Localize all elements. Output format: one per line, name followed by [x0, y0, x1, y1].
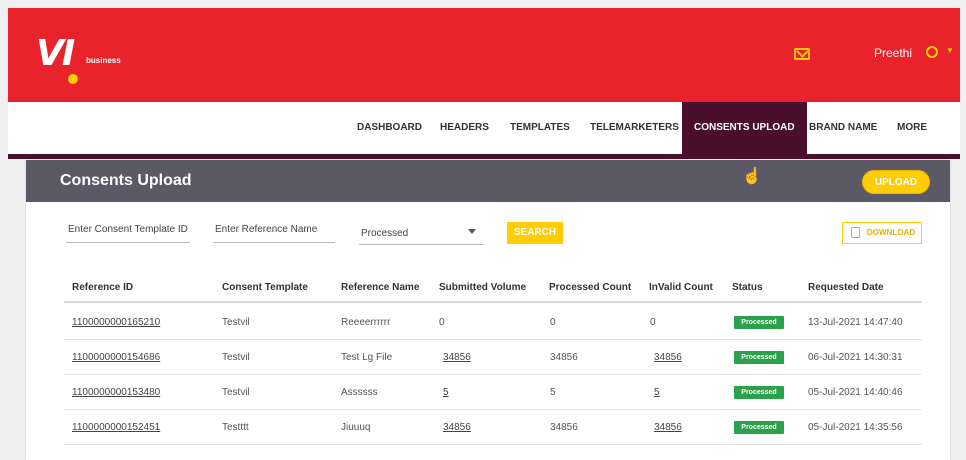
status-badge: Processed [734, 316, 784, 329]
template-id-underline [66, 242, 190, 243]
reference-id-link[interactable]: 1100000000165210 [72, 305, 160, 340]
page-title: Consents Upload [60, 172, 192, 189]
top-header-bar: VI business Preethi ▼ [8, 8, 960, 102]
column-consent-template[interactable]: Consent Template [222, 282, 308, 293]
chevron-down-icon[interactable] [468, 229, 476, 234]
reference-name-input[interactable]: Enter Reference Name [215, 224, 317, 235]
logo-dot [68, 74, 78, 84]
status-select[interactable]: Processed [361, 228, 408, 239]
logo-mark: VI [36, 33, 75, 74]
nav-brand-name[interactable]: BRAND NAME [809, 102, 877, 154]
consent-template-cell: Testvil [222, 352, 250, 363]
column-reference-id[interactable]: Reference ID [72, 282, 133, 293]
nav-consents-upload[interactable]: CONSENTS UPLOAD [682, 102, 807, 154]
requested-date-cell: 05-Jul-2021 14:40:46 [808, 387, 903, 398]
status-badge: Processed [734, 351, 784, 364]
invalid-count-cell: 0 [650, 317, 656, 328]
requested-date-cell: 06-Jul-2021 14:30:31 [808, 352, 903, 363]
requested-date-cell: 13-Jul-2021 14:47:40 [808, 317, 903, 328]
document-icon [851, 227, 860, 238]
upload-button[interactable]: UPLOAD [862, 170, 930, 194]
submitted-volume-link[interactable]: 5 [443, 375, 449, 410]
status-badge: Processed [734, 386, 784, 399]
reference-id-link[interactable]: 1100000000153480 [72, 375, 160, 410]
submitted-volume-cell: 0 [439, 317, 445, 328]
panel-header: Consents Upload UPLOAD [26, 160, 950, 202]
logo-subtitle: business [86, 56, 121, 65]
main-navigation: DASHBOARD HEADERS TEMPLATES TELEMARKETER… [8, 102, 960, 154]
reference-id-link[interactable]: 1100000000154686 [72, 340, 160, 375]
hand-pointer-cursor-icon: ☝ [742, 168, 762, 185]
column-reference-name[interactable]: Reference Name [341, 282, 419, 293]
column-invalid-count[interactable]: InValid Count [649, 282, 713, 293]
submitted-volume-link[interactable]: 34856 [443, 340, 471, 375]
reference-name-cell: Test Lg File [341, 352, 393, 363]
reference-name-cell: Reeeerrrrrr [341, 317, 391, 328]
reference-id-link[interactable]: 1100000000152451 [72, 410, 160, 445]
processed-count-cell: 34856 [550, 422, 578, 433]
processed-count-cell: 5 [550, 387, 556, 398]
nav-more[interactable]: MORE [897, 102, 927, 154]
nav-headers[interactable]: HEADERS [440, 102, 489, 154]
table-row: 1100000000165210 Testvil Reeeerrrrrr 0 0… [64, 305, 922, 340]
table-row: 1100000000154686 Testvil Test Lg File 34… [64, 340, 922, 375]
consent-template-cell: Testvil [222, 317, 250, 328]
processed-count-cell: 0 [550, 317, 556, 328]
table-header-divider [64, 301, 922, 303]
column-requested-date[interactable]: Requested Date [808, 282, 884, 293]
nav-templates[interactable]: TEMPLATES [510, 102, 570, 154]
invalid-count-link[interactable]: 34856 [654, 340, 682, 375]
consents-upload-panel: Consents Upload UPLOAD Enter Consent Tem… [26, 160, 950, 460]
requested-date-cell: 05-Jul-2021 14:35:56 [808, 422, 903, 433]
download-button[interactable]: DOWNLOAD [842, 222, 922, 244]
download-label: DOWNLOAD [867, 228, 915, 237]
invalid-count-link[interactable]: 34856 [654, 410, 682, 445]
user-avatar-icon[interactable] [926, 46, 938, 58]
consent-template-cell: Testttt [222, 422, 249, 433]
consent-template-id-input[interactable]: Enter Consent Template ID [68, 224, 188, 235]
column-status[interactable]: Status [732, 282, 763, 293]
nav-divider [8, 154, 960, 159]
reference-name-cell: Assssss [341, 387, 378, 398]
status-badge: Processed [734, 421, 784, 434]
vi-business-logo[interactable]: VI business [36, 36, 126, 86]
reference-name-cell: Jiuuuq [341, 422, 371, 433]
column-processed-count[interactable]: Processed Count [549, 282, 631, 293]
search-button[interactable]: SEARCH [507, 222, 563, 244]
nav-dashboard[interactable]: DASHBOARD [357, 102, 422, 154]
invalid-count-link[interactable]: 5 [654, 375, 660, 410]
processed-count-cell: 34856 [550, 352, 578, 363]
column-submitted-volume[interactable]: Submitted Volume [439, 282, 526, 293]
table-row: 1100000000153480 Testvil Assssss 5 5 5 P… [64, 375, 922, 410]
consent-template-cell: Testvil [222, 387, 250, 398]
chevron-down-icon[interactable]: ▼ [946, 46, 954, 55]
reference-name-underline [213, 242, 335, 243]
nav-telemarketers[interactable]: TELEMARKETERS [590, 102, 679, 154]
mail-icon[interactable] [794, 48, 810, 60]
status-select-underline [359, 244, 483, 245]
submitted-volume-link[interactable]: 34856 [443, 410, 471, 445]
user-name[interactable]: Preethi [874, 46, 912, 60]
table-row: 1100000000152451 Testttt Jiuuuq 34856 34… [64, 410, 922, 445]
